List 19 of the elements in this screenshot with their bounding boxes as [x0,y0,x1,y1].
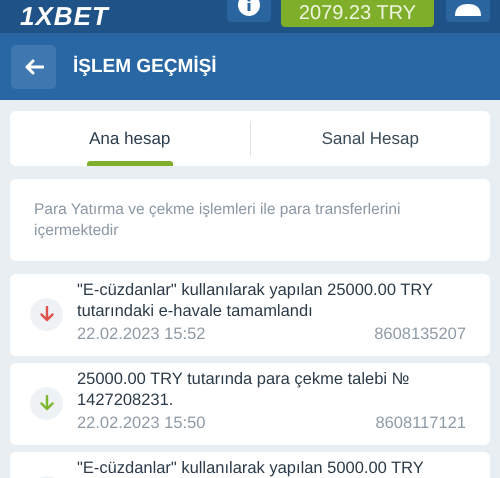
info-icon [238,0,260,16]
transaction-text: 25000.00 TRY tutarında para çekme talebi № 1427208231. [77,369,410,411]
tab[interactable]: Ana hesap [10,111,250,166]
tab[interactable]: Sanal Hesap [250,111,490,166]
transaction-date: 22.02.2023 15:52 [77,325,206,344]
logo: 1XBET [20,2,109,30]
back-button[interactable] [11,44,56,88]
back-arrow-icon [24,58,44,74]
transaction-id: 8608117121 [375,414,466,433]
transaction-text: "E-cüzdanlar" kullanılarak yapılan 5000.00 TRY [77,458,425,478]
notice-text: Para Yatırma ve çekme işlemleri ile para transferlerini içermektedir [34,200,402,241]
transaction-card[interactable]: "E-cüzdanlar" kullanılarak yapılan 25000.00 TRY tutarındaki e-havale tamamlandı 22.02.2023 15:52 8608135207 [10,274,490,356]
page-title: İŞLEM GEÇMİŞİ [73,56,217,78]
transaction-card[interactable]: "E-cüzdanlar" kullanılarak yapılan 5000.00 TRY [10,452,490,478]
transaction-card[interactable]: 25000.00 TRY tutarında para çekme talebi № 1427208231. 22.02.2023 15:50 8608117121 [10,363,490,445]
person-icon [453,2,483,16]
transaction-id: 8608135207 [374,325,466,344]
transaction-text: "E-cüzdanlar" kullanılarak yapılan 25000.00 TRY tutarındaki e-havale tamamlandı [77,280,434,322]
transaction-date: 22.02.2023 15:50 [77,414,206,433]
